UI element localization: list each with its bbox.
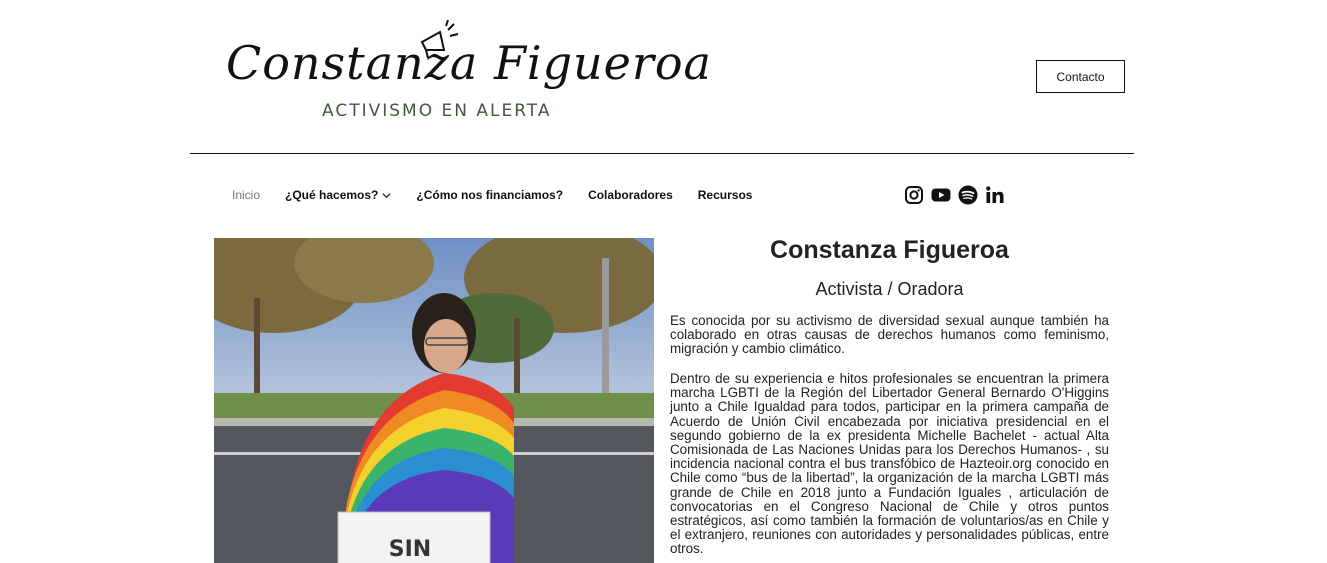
nav-item-label: Colaboradores	[588, 188, 673, 202]
nav-item-label: ¿Qué hacemos?	[285, 188, 379, 202]
nav-item-que-hacemos[interactable]: ¿Qué hacemos?	[285, 188, 391, 202]
nav-item-label: ¿Cómo nos financiamos?	[416, 188, 564, 202]
nav-item-label: Recursos	[697, 188, 753, 202]
logo-subtitle: ACTIVISMO EN ALERTA	[322, 101, 552, 121]
profile-photo-illustration: SIN	[214, 238, 654, 563]
photo-sign-text: SIN	[389, 537, 431, 562]
spotify-icon[interactable]	[958, 185, 978, 205]
profile-role: Activista / Oradora	[815, 279, 964, 299]
contact-button[interactable]: Contacto	[1036, 60, 1125, 93]
instagram-icon[interactable]	[904, 185, 924, 205]
nav-item-recursos[interactable]: Recursos	[698, 188, 753, 202]
site-logo[interactable]: Constanza Figueroa ACTIVISMO EN ALERTA	[222, 20, 711, 130]
bio-paragraph-2: Dentro de su experiencia e hitos profesi…	[670, 371, 1109, 557]
nav-item-label: Inicio	[232, 188, 261, 202]
profile-photo: SIN	[214, 238, 654, 563]
nav-item-colaboradores[interactable]: Colaboradores	[588, 188, 673, 202]
profile-name: Constanza Figueroa	[770, 236, 1009, 264]
nav-item-inicio[interactable]: Inicio	[232, 188, 260, 202]
social-links	[904, 185, 1012, 205]
linkedin-icon[interactable]	[985, 185, 1005, 205]
bio-paragraph-1: Es conocida por su activismo de diversid…	[670, 313, 1109, 357]
youtube-icon[interactable]	[931, 185, 951, 205]
logo-title: Constanza Figueroa	[226, 36, 712, 90]
chevron-down-icon	[382, 192, 391, 198]
header-divider	[190, 153, 1134, 154]
main-nav: Inicio ¿Qué hacemos? ¿Cómo nos financiam…	[232, 186, 777, 204]
nav-item-como-nos-financiamos[interactable]: ¿Cómo nos financiamos?	[416, 188, 563, 202]
